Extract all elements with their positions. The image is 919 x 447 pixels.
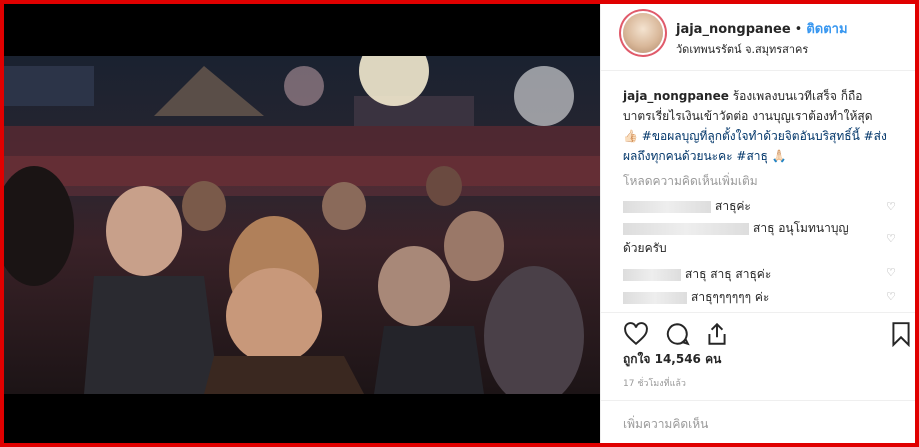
post-caption: jaja_nongpanee ร้องเพลงบนเวทีเสร็จ ก็ถือ… — [623, 86, 891, 166]
comment-text: สาธุค่ะ — [715, 199, 751, 213]
crowd-scene-image — [4, 56, 600, 394]
follow-button[interactable]: ติดตาม — [806, 22, 847, 37]
comment-text: สาธุ สาธุ สาธุค่ะ — [685, 267, 772, 281]
video-player[interactable] — [4, 56, 600, 394]
post-sidebar: jaja_nongpanee • ติดตาม วัดเทพนรรัตน์ จ.สม… — [600, 4, 915, 443]
comment-text: สาธุๆๆๆๆๆๆ ค่ะ — [691, 290, 770, 304]
like-heart-icon[interactable] — [623, 321, 649, 347]
post-media[interactable] — [4, 4, 600, 443]
bookmark-icon[interactable] — [888, 321, 914, 347]
separator-dot: • — [794, 22, 803, 37]
caption-emoji: 🙏🏻 — [771, 149, 787, 163]
comment-like-heart-icon[interactable]: ♡ — [886, 267, 896, 278]
username-row: jaja_nongpanee • ติดตาม — [676, 18, 848, 39]
comment-item: สาธุ สาธุ สาธุค่ะ — [623, 264, 885, 284]
caption-username[interactable]: jaja_nongpanee — [623, 89, 729, 103]
redacted-username — [623, 268, 681, 281]
post-header: jaja_nongpanee • ติดตาม วัดเทพนรรัตน์ จ.สม… — [601, 4, 915, 71]
comment-like-heart-icon[interactable]: ♡ — [886, 291, 896, 302]
comment-text-line2: ด้วยครับ — [623, 241, 667, 255]
instagram-post-frame: jaja_nongpanee • ติดตาม วัดเทพนรรัตน์ จ.สม… — [4, 4, 915, 443]
add-comment-box[interactable]: เพิ่มความคิดเห็น — [601, 400, 915, 443]
caption-hashtags[interactable]: #ขอผลบุญที่ลูกตั้งใจทำด้วยจิตอันบริสุทธิ… — [623, 129, 887, 163]
post-timestamp[interactable]: 17 ชั่วโมงที่แล้ว — [623, 376, 686, 390]
location-link[interactable]: วัดเทพนรรัตน์ จ.สมุทรสาคร — [676, 40, 808, 58]
comment-like-heart-icon[interactable]: ♡ — [886, 233, 896, 244]
comment-text: สาธุ อนุโมทนาบุญ — [753, 221, 849, 235]
comment-bubble-icon[interactable] — [664, 321, 690, 347]
redacted-username — [623, 200, 711, 213]
load-more-comments-button[interactable]: โหลดความคิดเห็นเพิ่มเติม — [623, 172, 758, 191]
like-count[interactable]: ถูกใจ 14,546 คน — [623, 350, 721, 369]
comment-item: สาธุๆๆๆๆๆๆ ค่ะ — [623, 287, 885, 307]
comment-item: สาธุค่ะ — [623, 196, 885, 216]
username-link[interactable]: jaja_nongpanee — [676, 22, 791, 37]
comment-like-heart-icon[interactable]: ♡ — [886, 201, 896, 212]
action-bar — [601, 312, 915, 353]
redacted-username — [623, 222, 749, 235]
avatar[interactable] — [623, 13, 663, 53]
share-icon[interactable] — [704, 321, 730, 347]
redacted-username — [623, 291, 687, 304]
comment-item: สาธุ อนุโมทนาบุญด้วยครับ — [623, 218, 885, 258]
add-comment-placeholder[interactable]: เพิ่มความคิดเห็น — [623, 415, 708, 434]
